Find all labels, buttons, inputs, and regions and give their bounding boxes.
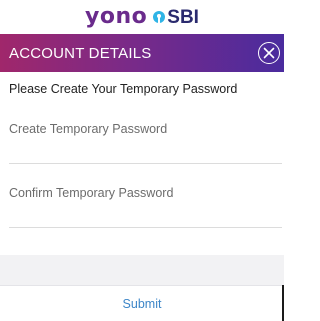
- submit-button[interactable]: Submit: [123, 297, 162, 311]
- create-temporary-password-input[interactable]: [9, 120, 282, 138]
- screen-edge: [282, 285, 284, 321]
- form-instruction: Please Create Your Temporary Password: [9, 82, 238, 96]
- brand-bar: yono SBI: [0, 0, 284, 34]
- submit-bar: Submit: [0, 285, 284, 321]
- sbi-logo: SBI: [153, 8, 199, 27]
- yono-logo-text: yono: [85, 4, 148, 29]
- sbi-logo-icon: [153, 11, 166, 23]
- separator-band: [0, 255, 284, 285]
- page-title: ACCOUNT DETAILS: [9, 44, 152, 62]
- confirm-password-field: [9, 184, 282, 228]
- confirm-temporary-password-input[interactable]: [9, 184, 282, 202]
- close-button[interactable]: [258, 42, 280, 64]
- create-password-field: [9, 120, 282, 164]
- password-form: Please Create Your Temporary Password: [0, 72, 284, 255]
- app-screen: yono SBI ACCOUNT DETAILS Please Create Y…: [0, 0, 284, 321]
- account-details-header: ACCOUNT DETAILS: [0, 34, 284, 72]
- close-icon: [263, 47, 275, 59]
- sbi-logo-text: SBI: [167, 6, 199, 28]
